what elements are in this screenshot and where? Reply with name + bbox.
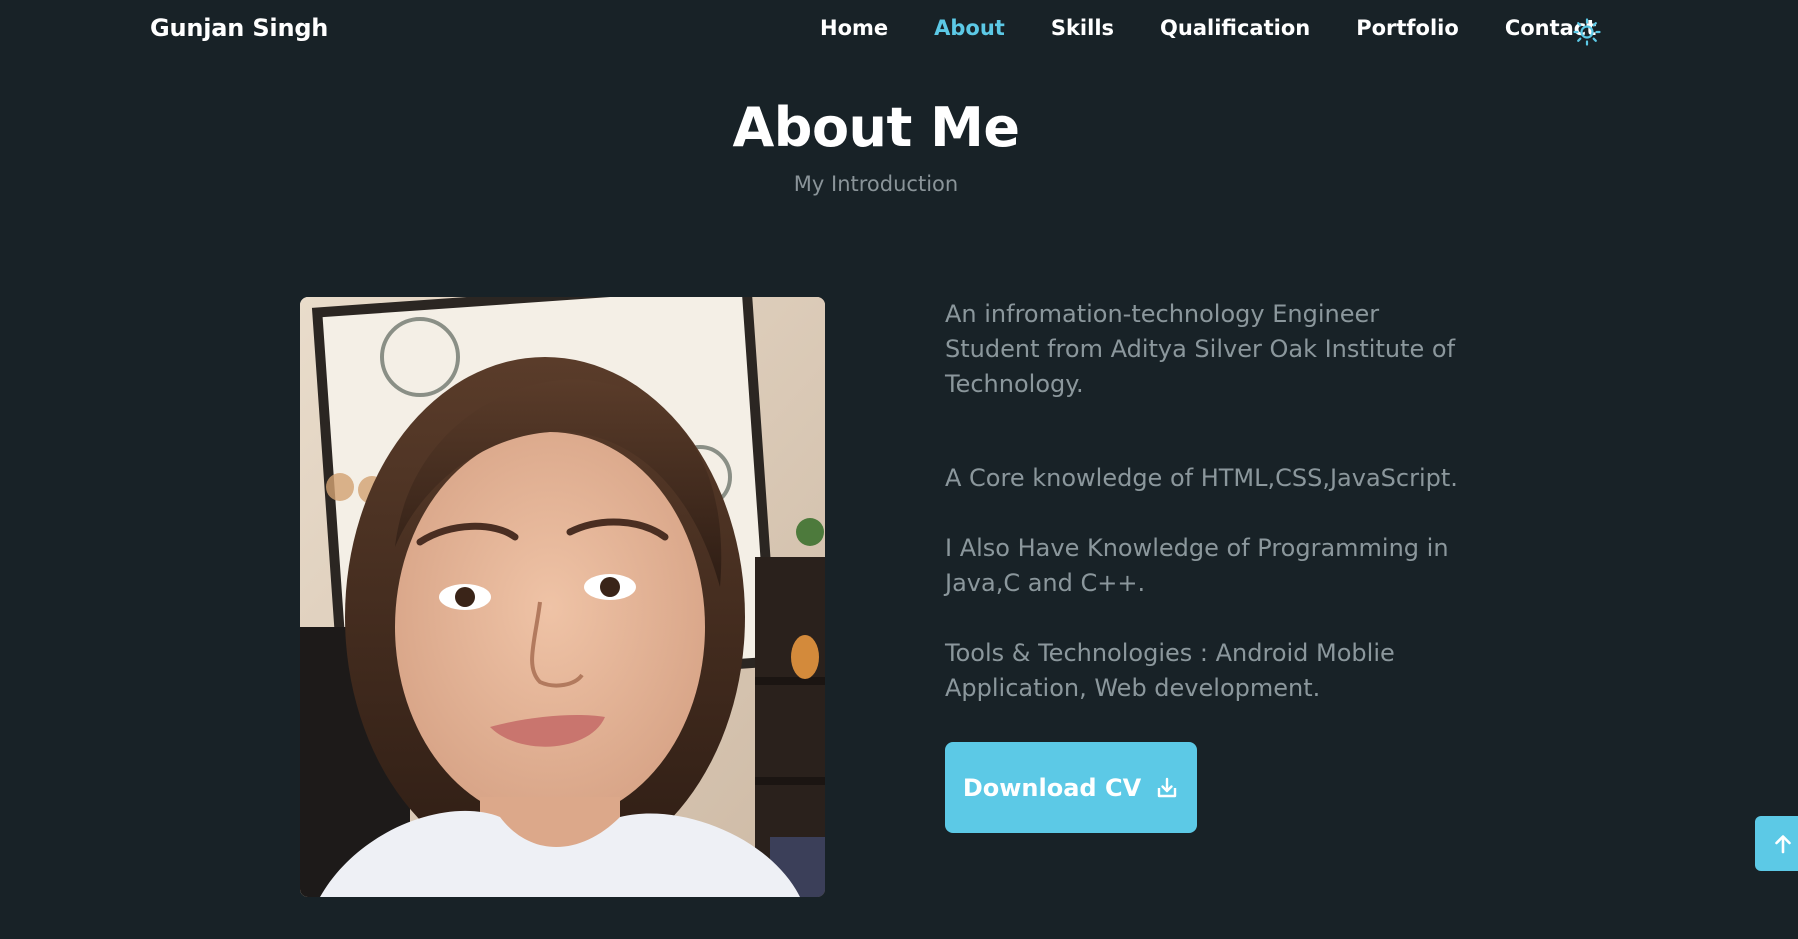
scroll-to-top-button[interactable] [1755, 816, 1798, 871]
arrow-up-icon [1775, 834, 1791, 853]
nav-item-portfolio[interactable]: Portfolio [1356, 16, 1459, 40]
section-subtitle: My Introduction [793, 172, 959, 196]
sun-icon [1573, 18, 1601, 46]
download-cv-label: Download CV [962, 773, 1142, 802]
download-icon [1157, 777, 1177, 797]
nav-item-about[interactable]: About [934, 16, 1005, 40]
theme-toggle-button[interactable] [1573, 18, 1601, 46]
profile-photo [300, 297, 825, 897]
nav-item-qualification[interactable]: Qualification [1160, 16, 1310, 40]
nav-item-skills[interactable]: Skills [1051, 16, 1114, 40]
about-paragraph: An infromation-technology Engineer Stude… [945, 300, 1456, 398]
section-title: About Me [732, 96, 1020, 159]
main-nav: Home About Skills Qualification Portfoli… [820, 16, 1642, 40]
page: Gunjan Singh Home About Skills Qualifica… [0, 0, 1798, 939]
about-paragraph: I Also Have Knowledge of Programming in … [945, 534, 1449, 597]
brand-logo[interactable]: Gunjan Singh [150, 14, 328, 42]
download-cv-button[interactable]: Download CV [945, 742, 1197, 833]
site-header: Gunjan Singh Home About Skills Qualifica… [0, 0, 1798, 66]
about-paragraph: A Core knowledge of HTML,CSS,JavaScript. [945, 464, 1458, 492]
about-paragraph: Tools & Technologies : Android Moblie Ap… [945, 639, 1395, 702]
nav-item-home[interactable]: Home [820, 16, 888, 40]
